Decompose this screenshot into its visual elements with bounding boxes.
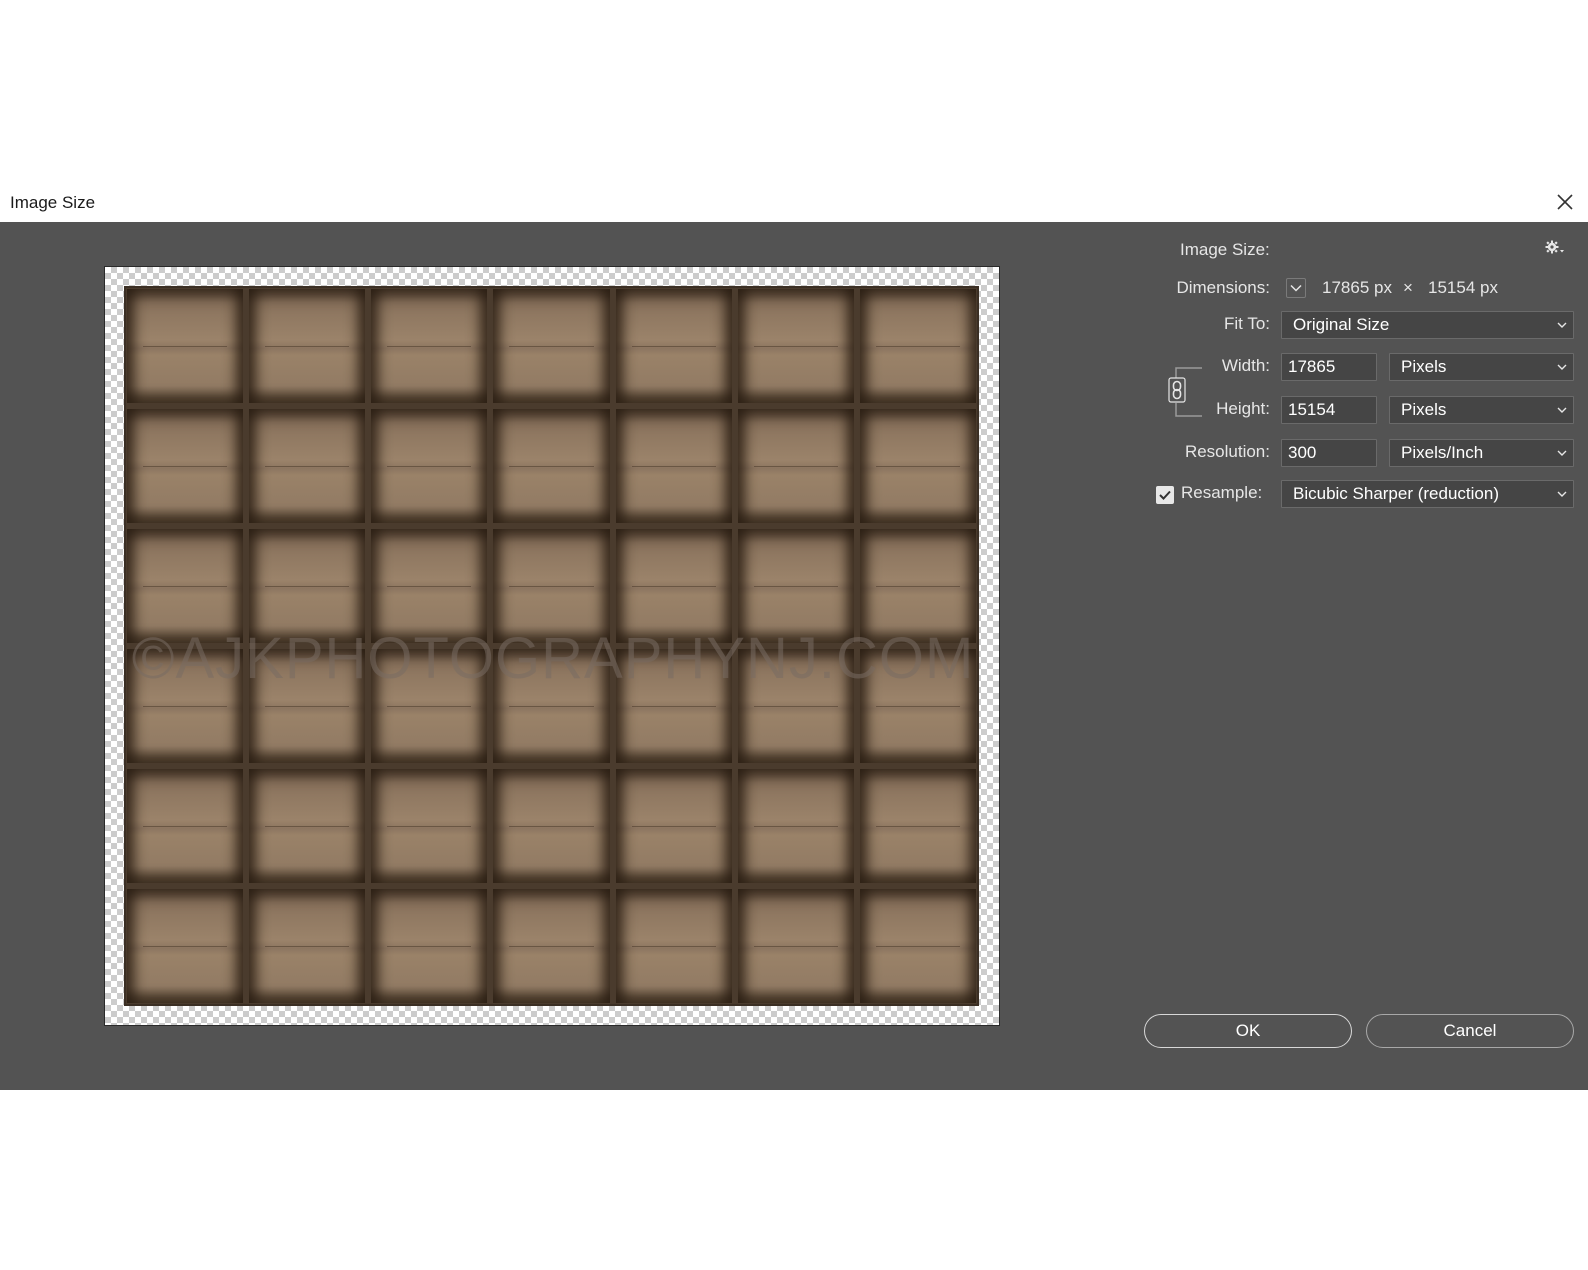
shelf-cell <box>249 649 366 763</box>
shelf-cell <box>737 529 854 643</box>
resample-method-value: Bicubic Sharper (reduction) <box>1293 484 1499 503</box>
chevron-down-icon <box>1557 364 1567 370</box>
dimensions-width-value: 17865 px <box>1322 278 1392 297</box>
shelf-cell <box>493 289 610 403</box>
resample-method-select[interactable]: Bicubic Sharper (reduction) <box>1281 480 1574 508</box>
width-unit-value: Pixels <box>1401 357 1447 376</box>
cancel-button[interactable]: Cancel <box>1366 1014 1574 1048</box>
height-unit-value: Pixels <box>1401 400 1447 419</box>
chevron-down-icon <box>1557 450 1567 456</box>
shelf-cell <box>371 529 488 643</box>
dimensions-height-value: 15154 px <box>1428 278 1498 297</box>
shelf-cell <box>859 649 976 763</box>
shelf-cell <box>493 889 610 1003</box>
shelf-cell <box>127 889 244 1003</box>
resample-label: Resample: <box>1181 483 1263 502</box>
fit-to-select[interactable]: Original Size <box>1281 311 1574 339</box>
shelf-cell <box>859 409 976 523</box>
shelf-cell <box>615 289 732 403</box>
shelf-cell <box>127 529 244 643</box>
shelf-cell <box>615 649 732 763</box>
shelf-cell <box>371 769 488 883</box>
shelf-image <box>124 286 979 1006</box>
shelf-cell <box>737 889 854 1003</box>
chevron-down-icon <box>1290 284 1302 292</box>
resolution-unit-select[interactable]: Pixels/Inch <box>1389 439 1574 467</box>
shelf-cell <box>371 409 488 523</box>
height-label: Height: <box>1216 399 1270 418</box>
resolution-unit-value: Pixels/Inch <box>1401 443 1484 462</box>
shelf-cell <box>859 289 976 403</box>
shelf-cell <box>371 289 488 403</box>
chevron-down-icon <box>1557 407 1567 413</box>
dimensions-units-toggle[interactable] <box>1286 278 1306 298</box>
shelf-cell <box>127 289 244 403</box>
shelf-cell <box>127 769 244 883</box>
shelf-cell <box>615 409 732 523</box>
screen: Image Size ©AJKPHOTOGRAPHYNJ.COM Image S… <box>0 0 1588 1270</box>
image-preview[interactable]: ©AJKPHOTOGRAPHYNJ.COM <box>104 266 1000 1026</box>
shelf-cell <box>493 649 610 763</box>
dialog-title: Image Size <box>10 193 96 212</box>
shelf-cell <box>249 529 366 643</box>
shelf-cell <box>249 409 366 523</box>
fit-to-label: Fit To: <box>1224 314 1270 333</box>
shelf-cell <box>127 409 244 523</box>
height-input[interactable] <box>1281 396 1377 424</box>
settings-button[interactable] <box>1544 239 1566 261</box>
resolution-input[interactable] <box>1281 439 1377 467</box>
shelf-cell <box>493 409 610 523</box>
shelf-cell <box>493 529 610 643</box>
checkmark-icon <box>1159 490 1171 500</box>
height-unit-select[interactable]: Pixels <box>1389 396 1574 424</box>
dialog-titlebar: Image Size <box>0 183 1588 222</box>
fit-to-value: Original Size <box>1293 315 1390 334</box>
shelf-cell <box>615 889 732 1003</box>
dialog-body: ©AJKPHOTOGRAPHYNJ.COM Image Size: Dimens… <box>0 222 1588 1090</box>
shelf-cell <box>859 889 976 1003</box>
width-label: Width: <box>1221 356 1270 375</box>
image-size-label: Image Size: <box>1180 240 1270 259</box>
chevron-down-icon <box>1557 322 1567 328</box>
shelf-cell <box>859 529 976 643</box>
shelf-cell <box>859 769 976 883</box>
shelf-cell <box>371 889 488 1003</box>
width-input[interactable] <box>1281 353 1377 381</box>
shelf-cell <box>249 289 366 403</box>
shelf-cell <box>737 649 854 763</box>
close-icon <box>1557 194 1573 210</box>
shelf-cell <box>127 649 244 763</box>
dimensions-times: × <box>1403 278 1413 297</box>
shelf-cell <box>371 649 488 763</box>
close-button[interactable] <box>1552 189 1578 215</box>
chevron-down-icon <box>1557 491 1567 497</box>
shelf-cell <box>615 769 732 883</box>
gear-icon <box>1545 240 1564 254</box>
resample-checkbox[interactable] <box>1156 486 1174 504</box>
shelf-cell <box>615 529 732 643</box>
dimensions-label: Dimensions: <box>1176 278 1270 297</box>
shelf-cell <box>249 769 366 883</box>
width-unit-select[interactable]: Pixels <box>1389 353 1574 381</box>
shelf-cell <box>737 289 854 403</box>
shelf-cell <box>737 409 854 523</box>
shelf-cell <box>249 889 366 1003</box>
ok-button[interactable]: OK <box>1144 1014 1352 1048</box>
resolution-label: Resolution: <box>1184 442 1270 461</box>
shelf-cell <box>493 769 610 883</box>
shelf-cell <box>737 769 854 883</box>
